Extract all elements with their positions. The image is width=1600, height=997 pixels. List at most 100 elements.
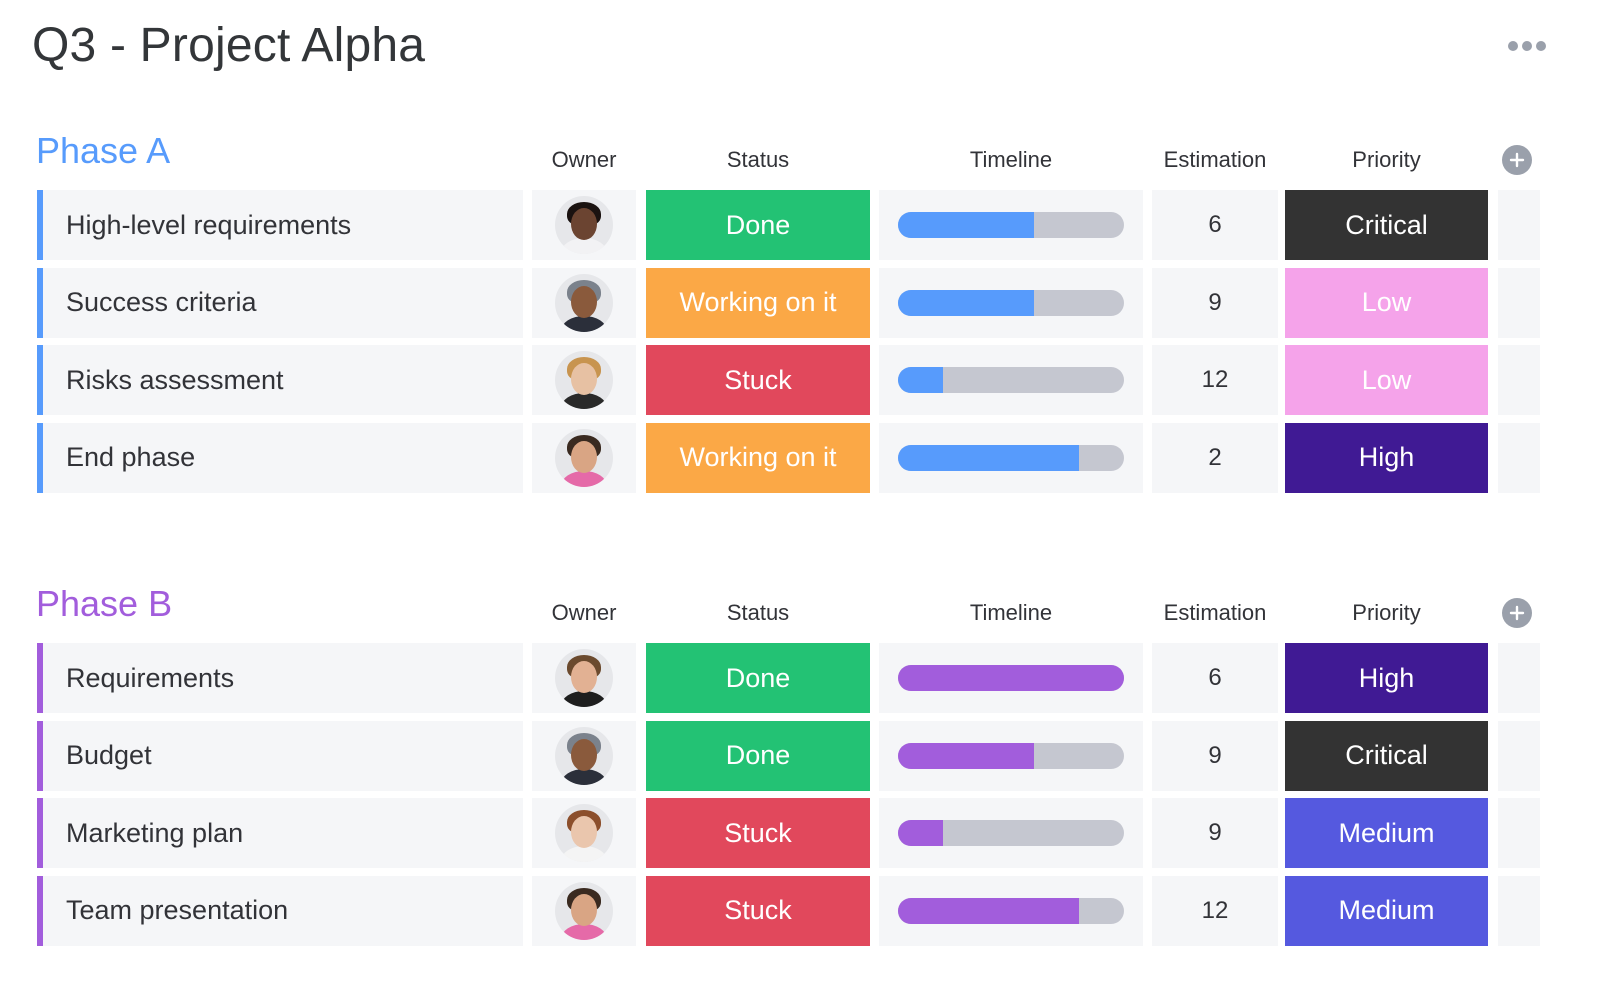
item-name-cell[interactable]: Marketing plan <box>37 798 523 868</box>
more-horizontal-icon <box>1508 41 1518 51</box>
status-badge[interactable]: Working on it <box>646 267 870 338</box>
group-color-bar <box>37 643 43 713</box>
status-badge[interactable]: Stuck <box>646 798 870 868</box>
column-header-estimation[interactable]: Estimation <box>1152 147 1278 173</box>
item-name-cell[interactable]: Success criteria <box>37 267 523 338</box>
column-header-timeline[interactable]: Timeline <box>879 600 1143 626</box>
timeline-cell[interactable] <box>879 422 1143 493</box>
timeline-bar[interactable] <box>898 367 1124 393</box>
avatar[interactable] <box>555 726 613 785</box>
item-name-cell[interactable]: Budget <box>37 720 523 791</box>
status-badge[interactable]: Stuck <box>646 345 870 415</box>
owner-cell[interactable] <box>532 190 636 260</box>
avatar[interactable] <box>555 428 613 487</box>
owner-cell[interactable] <box>532 267 636 338</box>
estimation-cell[interactable]: 9 <box>1152 720 1278 791</box>
owner-cell[interactable] <box>532 643 636 713</box>
table-row[interactable]: Team presentation Stuck 12 Medium <box>0 875 1600 946</box>
group-color-bar <box>37 798 43 868</box>
estimation-cell[interactable]: 6 <box>1152 190 1278 260</box>
group-color-bar <box>37 422 43 493</box>
column-header-timeline[interactable]: Timeline <box>879 147 1143 173</box>
priority-badge[interactable]: Low <box>1285 345 1488 415</box>
item-name-cell[interactable]: End phase <box>37 422 523 493</box>
status-badge[interactable]: Done <box>646 190 870 260</box>
timeline-bar[interactable] <box>898 212 1124 238</box>
owner-cell[interactable] <box>532 875 636 946</box>
priority-badge[interactable]: Medium <box>1285 875 1488 946</box>
table-row[interactable]: Requirements Done 6 High <box>0 643 1600 713</box>
avatar[interactable] <box>555 881 613 940</box>
estimation-cell[interactable]: 12 <box>1152 345 1278 415</box>
timeline-bar[interactable] <box>898 820 1124 846</box>
timeline-cell[interactable] <box>879 798 1143 868</box>
status-badge[interactable]: Stuck <box>646 875 870 946</box>
avatar[interactable] <box>555 196 613 254</box>
status-badge[interactable]: Done <box>646 643 870 713</box>
status-badge[interactable]: Done <box>646 720 870 791</box>
group-title[interactable]: Phase A <box>36 130 170 172</box>
timeline-cell[interactable] <box>879 267 1143 338</box>
column-header-status[interactable]: Status <box>646 147 870 173</box>
timeline-bar[interactable] <box>898 289 1124 316</box>
column-header-owner[interactable]: Owner <box>532 147 636 173</box>
avatar[interactable] <box>555 273 613 332</box>
more-options-button[interactable] <box>1508 38 1552 54</box>
priority-badge[interactable]: Medium <box>1285 798 1488 868</box>
table-row[interactable]: Budget Done 9 Critical <box>0 720 1600 791</box>
estimation-cell[interactable]: 9 <box>1152 267 1278 338</box>
avatar[interactable] <box>555 804 613 862</box>
add-column-button[interactable] <box>1502 598 1532 628</box>
item-name-cell[interactable]: High-level requirements <box>37 190 523 260</box>
estimation-cell[interactable]: 2 <box>1152 422 1278 493</box>
group-title[interactable]: Phase B <box>36 583 172 625</box>
estimation-cell[interactable]: 12 <box>1152 875 1278 946</box>
column-header-owner[interactable]: Owner <box>532 600 636 626</box>
estimation-cell[interactable]: 9 <box>1152 798 1278 868</box>
column-header-estimation[interactable]: Estimation <box>1152 600 1278 626</box>
timeline-cell[interactable] <box>879 875 1143 946</box>
status-badge[interactable]: Working on it <box>646 422 870 493</box>
column-header-priority[interactable]: Priority <box>1285 600 1488 626</box>
owner-cell[interactable] <box>532 720 636 791</box>
table-row[interactable]: Risks assessment Stuck 12 Low <box>0 345 1600 415</box>
timeline-bar[interactable] <box>898 742 1124 769</box>
timeline-bar[interactable] <box>898 897 1124 924</box>
item-name-cell[interactable]: Requirements <box>37 643 523 713</box>
empty-column-cell[interactable] <box>1498 720 1540 791</box>
item-name-cell[interactable]: Team presentation <box>37 875 523 946</box>
empty-column-cell[interactable] <box>1498 190 1540 260</box>
timeline-cell[interactable] <box>879 643 1143 713</box>
priority-badge[interactable]: Critical <box>1285 720 1488 791</box>
priority-badge[interactable]: Critical <box>1285 190 1488 260</box>
priority-badge[interactable]: High <box>1285 643 1488 713</box>
owner-cell[interactable] <box>532 345 636 415</box>
item-name: Budget <box>66 740 152 770</box>
owner-cell[interactable] <box>532 798 636 868</box>
timeline-cell[interactable] <box>879 345 1143 415</box>
column-header-status[interactable]: Status <box>646 600 870 626</box>
estimation-cell[interactable]: 6 <box>1152 643 1278 713</box>
empty-column-cell[interactable] <box>1498 422 1540 493</box>
table-row[interactable]: Marketing plan Stuck 9 Medium <box>0 798 1600 868</box>
timeline-cell[interactable] <box>879 720 1143 791</box>
empty-column-cell[interactable] <box>1498 267 1540 338</box>
table-row[interactable]: End phase Working on it 2 High <box>0 422 1600 493</box>
table-row[interactable]: Success criteria Working on it 9 Low <box>0 267 1600 338</box>
owner-cell[interactable] <box>532 422 636 493</box>
timeline-bar[interactable] <box>898 444 1124 471</box>
empty-column-cell[interactable] <box>1498 875 1540 946</box>
empty-column-cell[interactable] <box>1498 798 1540 868</box>
timeline-cell[interactable] <box>879 190 1143 260</box>
empty-column-cell[interactable] <box>1498 643 1540 713</box>
empty-column-cell[interactable] <box>1498 345 1540 415</box>
column-header-priority[interactable]: Priority <box>1285 147 1488 173</box>
avatar[interactable] <box>555 649 613 707</box>
add-column-button[interactable] <box>1502 145 1532 175</box>
table-row[interactable]: High-level requirements Done 6 Critical <box>0 190 1600 260</box>
item-name-cell[interactable]: Risks assessment <box>37 345 523 415</box>
priority-badge[interactable]: Low <box>1285 267 1488 338</box>
priority-badge[interactable]: High <box>1285 422 1488 493</box>
avatar[interactable] <box>555 351 613 409</box>
timeline-bar[interactable] <box>898 665 1124 691</box>
